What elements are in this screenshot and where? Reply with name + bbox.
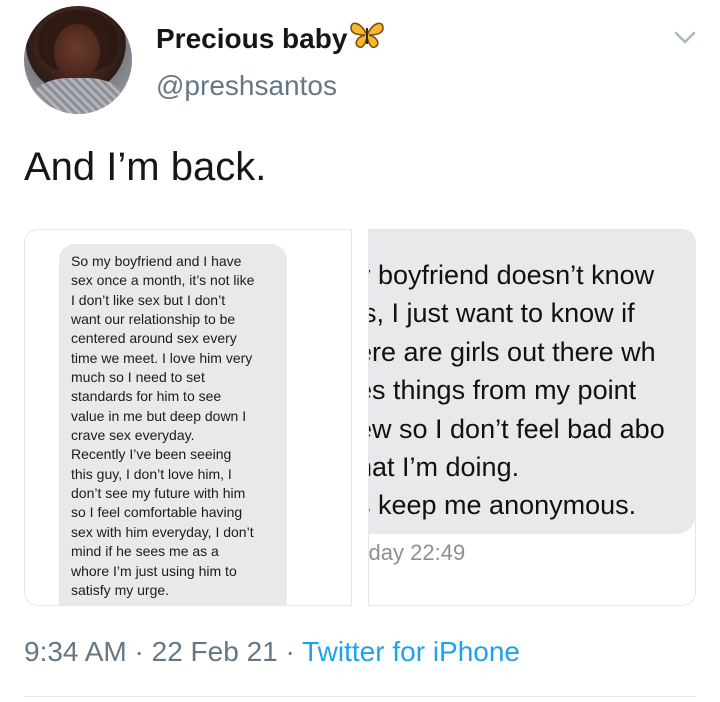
message-line: want our relationship to be [71, 311, 236, 328]
message-line: crave sex everyday. [71, 427, 195, 444]
media-image-left[interactable]: So my boyfriend and I have sex once a mon… [24, 229, 352, 606]
message-line: don’t see my future with him [71, 485, 246, 502]
message-line: so I feel comfortable having [71, 504, 243, 521]
tweet-text: And I’m back. [24, 145, 267, 189]
message-text-zoomed: y boyfriend doesn’t know is, I just want … [368, 256, 665, 525]
message-text: So my boyfriend and I have sex once a mon… [71, 252, 277, 600]
butterfly-icon [349, 20, 385, 57]
message-bubble: So my boyfriend and I have sex once a mon… [59, 244, 287, 605]
message-line: whore I’m just using him to [71, 562, 237, 579]
zoomed-message-line: es things from my point [368, 375, 637, 406]
divider [24, 696, 696, 697]
user-handle[interactable]: @preshsantos [156, 70, 337, 102]
message-timestamp: erday 22:49 [368, 540, 466, 565]
message-line: time we meet. I love him very [71, 349, 253, 366]
avatar-body [30, 78, 126, 114]
message-line: value in me but deep down I [71, 407, 247, 424]
zoomed-message-line: is, I just want to know if [368, 298, 635, 329]
zoomed-message-line: hat I’m doing. [368, 452, 520, 483]
message-line: Recently I’ve been seeing [71, 446, 232, 463]
zoomed-message-line: ere are girls out there wh [368, 336, 656, 367]
zoomed-message-line: ew so I don’t feel bad abo [368, 413, 665, 444]
message-line: sex with him everyday, I don’t [71, 523, 254, 540]
zoomed-message-line: s keep me anonymous. [368, 490, 637, 521]
message-line: I don’t like sex but I don’t [71, 291, 226, 308]
avatar-face [54, 24, 100, 80]
display-name[interactable]: Precious baby [156, 20, 385, 57]
message-line: satisfy my urge. [71, 581, 170, 598]
message-line: centered around sex every [71, 330, 237, 347]
message-line: mind if he sees me as a [71, 543, 219, 560]
tweet-meta: 9:34 AM · 22 Feb 21 · Twitter for iPhone [24, 636, 520, 668]
meta-separator-2: · [277, 636, 303, 667]
meta-separator: · [126, 636, 152, 667]
message-line: much so I need to set [71, 369, 205, 386]
zoomed-message-line: y boyfriend doesn’t know [368, 260, 655, 290]
media-image-right[interactable]: y boyfriend doesn’t know is, I just want … [368, 229, 696, 606]
message-line: So my boyfriend and I have [71, 253, 242, 269]
message-line: sex once a month, it’s not like [71, 272, 255, 289]
message-line: standards for him to see [71, 388, 222, 405]
tweet-date[interactable]: 22 Feb 21 [152, 636, 278, 667]
tweet-source-link[interactable]: Twitter for iPhone [302, 636, 520, 667]
avatar[interactable] [24, 6, 132, 114]
tweet-time[interactable]: 9:34 AM [24, 636, 127, 667]
chevron-down-icon[interactable] [672, 24, 698, 50]
message-line: this guy, I don’t love him, I [71, 465, 232, 482]
display-name-text: Precious baby [156, 22, 348, 54]
